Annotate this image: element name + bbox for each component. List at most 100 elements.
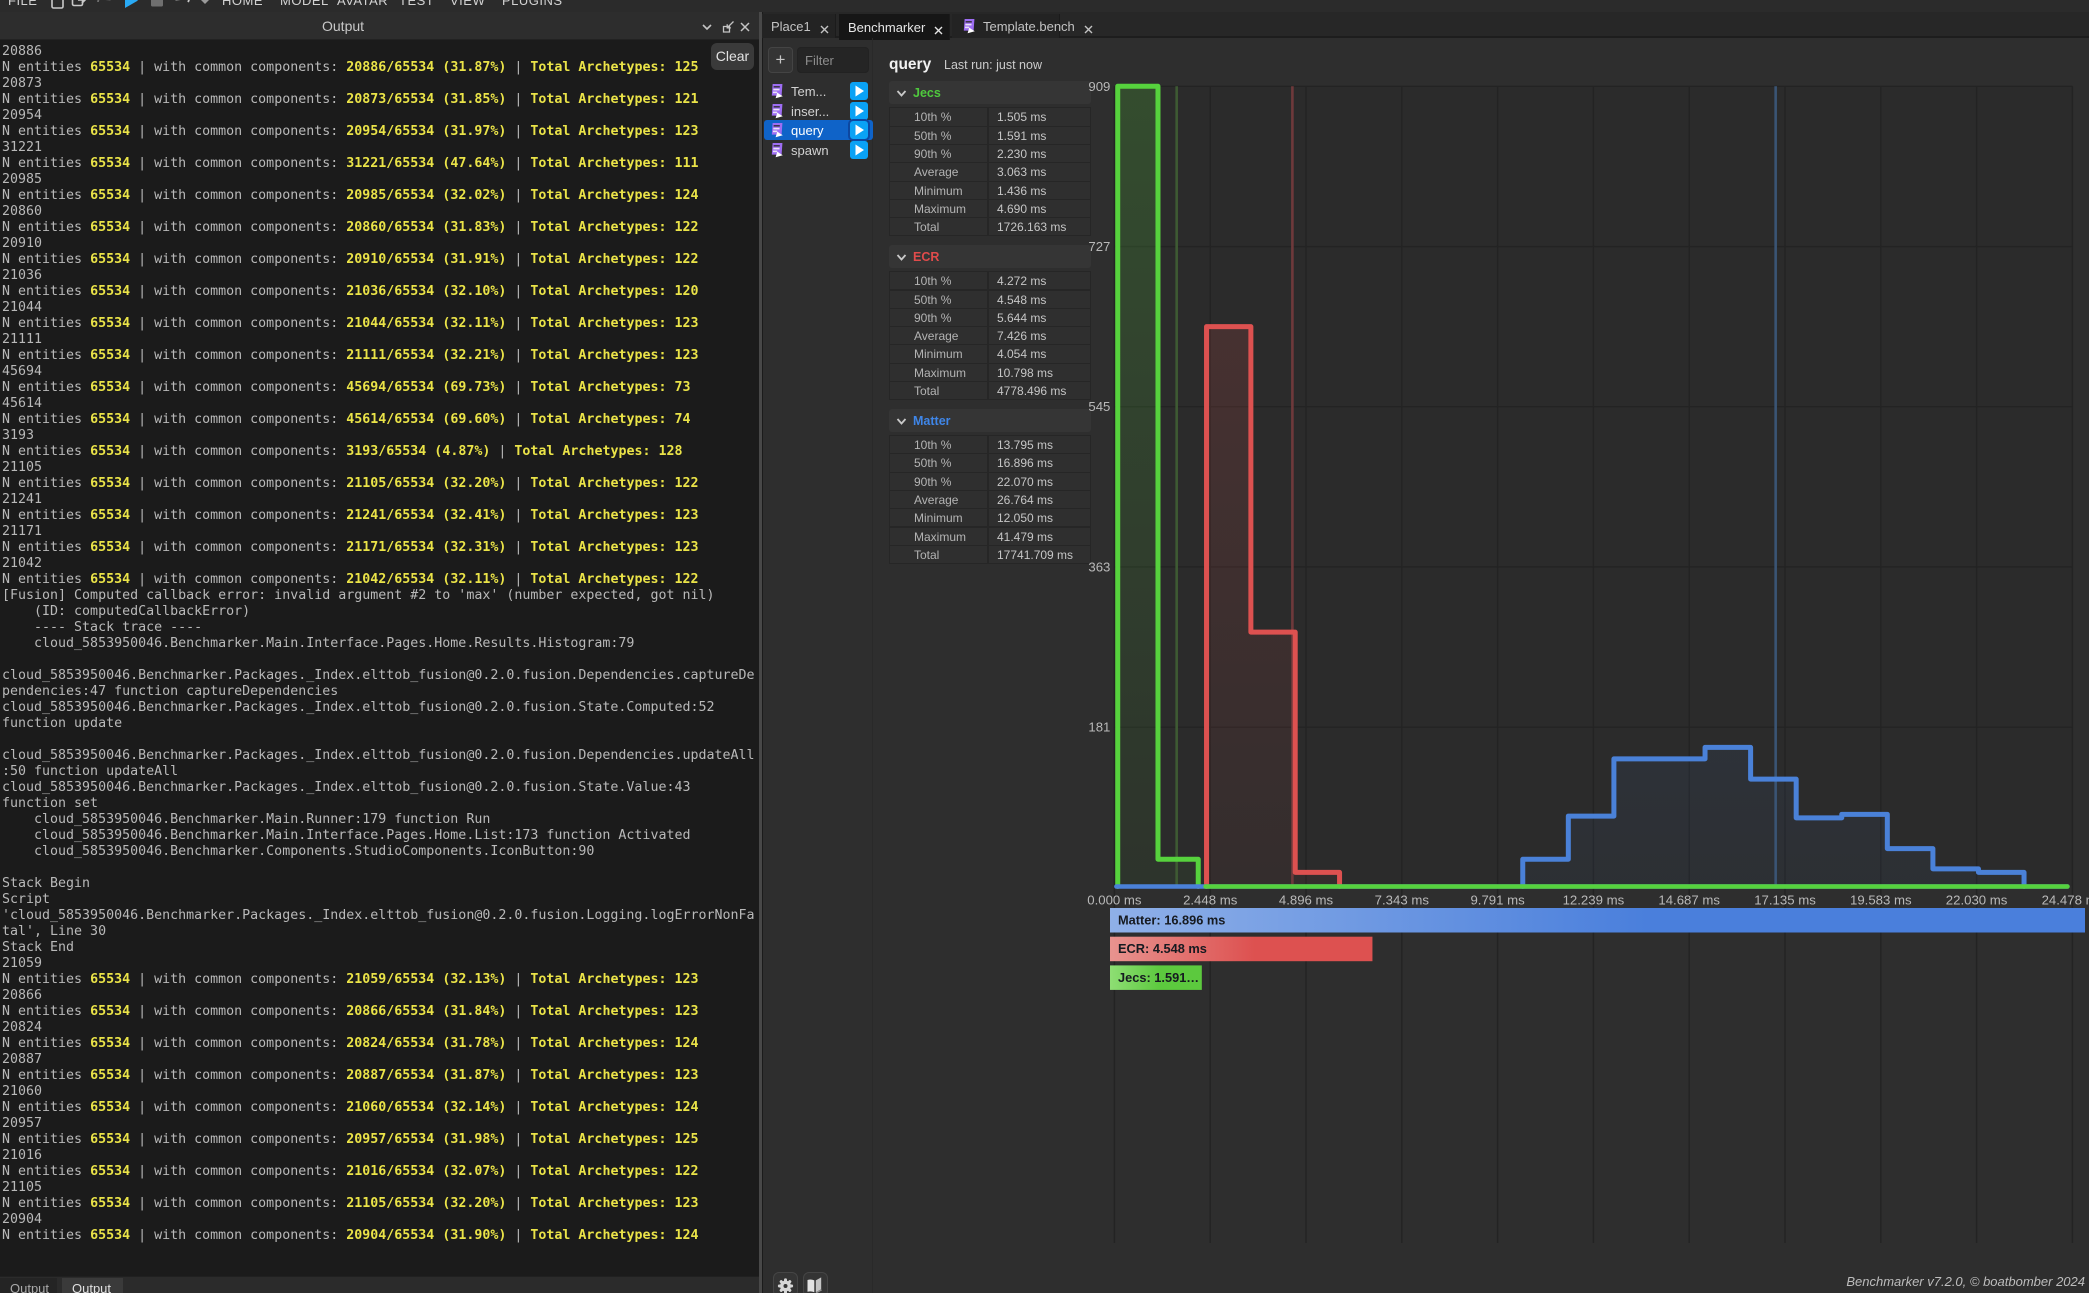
console-highlight-text: 65534 (90, 252, 130, 267)
console-text: | with common components: (130, 1036, 346, 1051)
console-line-number: 21044 (2, 300, 759, 316)
stat-value: 17741.709 ms (988, 545, 1091, 564)
console-highlight-text: Total Archetypes: 123 (530, 540, 698, 555)
collapse-chevron-icon[interactable] (700, 20, 714, 34)
tab-close-icon[interactable] (934, 23, 943, 32)
bench-item-query[interactable]: query (764, 120, 873, 140)
menu-avatar[interactable]: AVATAR (337, 0, 388, 8)
output-console[interactable]: 20886N entities 65534 | with common comp… (0, 40, 759, 1274)
console-text: | (506, 1196, 530, 1211)
play-icon (854, 124, 865, 136)
book-icon (804, 1273, 827, 1293)
run-bench-button[interactable] (850, 121, 868, 139)
svg-text:0.000 ms: 0.000 ms (1087, 893, 1142, 908)
stat-value: 1.591 ms (988, 126, 1091, 145)
console-text: 45614 (2, 396, 42, 411)
stat-label: Minimum (889, 508, 988, 527)
settings-button[interactable] (773, 1272, 798, 1293)
console-highlight-text: 65534 (90, 1068, 130, 1083)
histogram-chart: 0.000 ms2.448 ms4.896 ms7.343 ms9.791 ms… (1085, 60, 2089, 1293)
menu-test[interactable]: TEST (399, 0, 434, 8)
close-icon[interactable] (738, 20, 752, 34)
run-bench-button[interactable] (850, 82, 868, 100)
console-text: | (506, 156, 530, 171)
tab-label: Template.bench (983, 19, 1075, 34)
section-header-jecs[interactable]: Jecs (889, 81, 1091, 104)
console-line-entities: N entities 65534 | with common component… (2, 972, 759, 988)
document-tabbar: Place1BenchmarkerTemplate.bench (763, 12, 2089, 38)
console-text: | (506, 348, 530, 363)
clear-button[interactable]: Clear (711, 43, 754, 70)
paste-icon[interactable] (49, 0, 67, 11)
tab-close-icon[interactable] (1084, 22, 1093, 31)
copy-icon[interactable] (70, 0, 88, 11)
console-highlight-text: Total Archetypes: 122 (530, 252, 698, 267)
console-text: Stack Begin (2, 876, 90, 891)
play-button-icon[interactable] (122, 0, 140, 11)
menu-model[interactable]: MODEL (280, 0, 329, 8)
console-text: cloud_5853950046.Benchmarker.Packages._I… (2, 700, 714, 715)
doc-tab-place1[interactable]: Place1 (762, 14, 836, 38)
bench-item-label: inser... (791, 104, 829, 119)
play-icon (854, 105, 865, 117)
undo-icon[interactable] (173, 0, 191, 11)
docs-button[interactable] (803, 1272, 828, 1293)
run-bench-button[interactable] (850, 102, 868, 120)
add-bench-button[interactable]: + (768, 47, 793, 73)
console-text: | (506, 316, 530, 331)
stop-button-icon[interactable] (148, 0, 166, 11)
redo-icon[interactable] (95, 0, 113, 11)
console-highlight-text: Total Archetypes: 123 (530, 1004, 698, 1019)
console-text: N entities (2, 1068, 90, 1083)
console-highlight-text: 65534 (90, 348, 130, 363)
stat-label: 10th % (889, 107, 988, 126)
console-line-entities: N entities 65534 | with common component… (2, 124, 759, 140)
output-dock-tab[interactable]: Output (0, 1278, 57, 1293)
doc-tab-benchmarker[interactable]: Benchmarker (839, 14, 950, 40)
bench-list-sidebar: + Tem... inser...queryspawn (763, 38, 873, 1293)
section-header-matter[interactable]: Matter (889, 409, 1091, 432)
bench-item-Tem[interactable]: Tem... (764, 81, 873, 101)
section-name: Jecs (913, 86, 941, 100)
stat-value: 5.644 ms (988, 308, 1091, 327)
console-text: | with common components: (130, 476, 346, 491)
console-text: | (506, 1068, 530, 1083)
stat-label: 10th % (889, 435, 988, 454)
console-text: cloud_5853950046.Benchmarker.Main.Interf… (2, 828, 690, 843)
console-text: | with common components: (130, 92, 346, 107)
stat-value: 4778.496 ms (988, 381, 1091, 400)
pop-in-icon[interactable] (721, 20, 735, 34)
console-line-trace: pendencies:47 function captureDependenci… (2, 684, 759, 700)
console-highlight-text: Total Archetypes: 123 (530, 1196, 698, 1211)
console-text: | with common components: (130, 380, 346, 395)
summary-bar-jecs: Jecs: 1.591… (1110, 965, 1202, 990)
bench-item-inser[interactable]: inser... (764, 101, 873, 121)
filter-input[interactable] (797, 47, 869, 73)
bench-item-spawn[interactable]: spawn (764, 140, 873, 160)
console-text: cloud_5853950046.Benchmarker.Packages._I… (2, 668, 755, 683)
menu-file[interactable]: FILE (8, 0, 37, 8)
menu-view[interactable]: VIEW (450, 0, 485, 8)
tab-close-icon[interactable] (820, 22, 829, 31)
console-text: tal', Line 30 (2, 924, 106, 939)
stat-value: 16.896 ms (988, 453, 1091, 472)
doc-tab-template-bench[interactable]: Template.bench (952, 14, 1060, 38)
summary-bar-label: Matter: 16.896 ms (1118, 913, 1225, 928)
console-line-trace: [Fusion] Computed callback error: invali… (2, 588, 759, 604)
console-line-entities: N entities 65534 | with common component… (2, 1100, 759, 1116)
stat-value: 10.798 ms (988, 363, 1091, 382)
run-bench-button[interactable] (850, 141, 868, 159)
menu-plugins[interactable]: PLUGINS (502, 0, 563, 8)
toolbar-chevron-icon[interactable] (196, 0, 214, 11)
section-header-ecr[interactable]: ECR (889, 245, 1091, 268)
output-dock-tab[interactable]: Output (62, 1278, 123, 1293)
console-line-trace: (ID: computedCallbackError) (2, 604, 759, 620)
console-text: N entities (2, 508, 90, 523)
stat-value: 12.050 ms (988, 508, 1091, 527)
panel-splitter[interactable] (759, 12, 762, 1293)
console-line-number: 20910 (2, 236, 759, 252)
menu-home[interactable]: HOME (222, 0, 263, 8)
console-line-trace: cloud_5853950046.Benchmarker.Packages._I… (2, 668, 759, 684)
console-highlight-text: 20904/65534 (31.90%) (346, 1228, 506, 1243)
console-text: | with common components: (130, 972, 346, 987)
